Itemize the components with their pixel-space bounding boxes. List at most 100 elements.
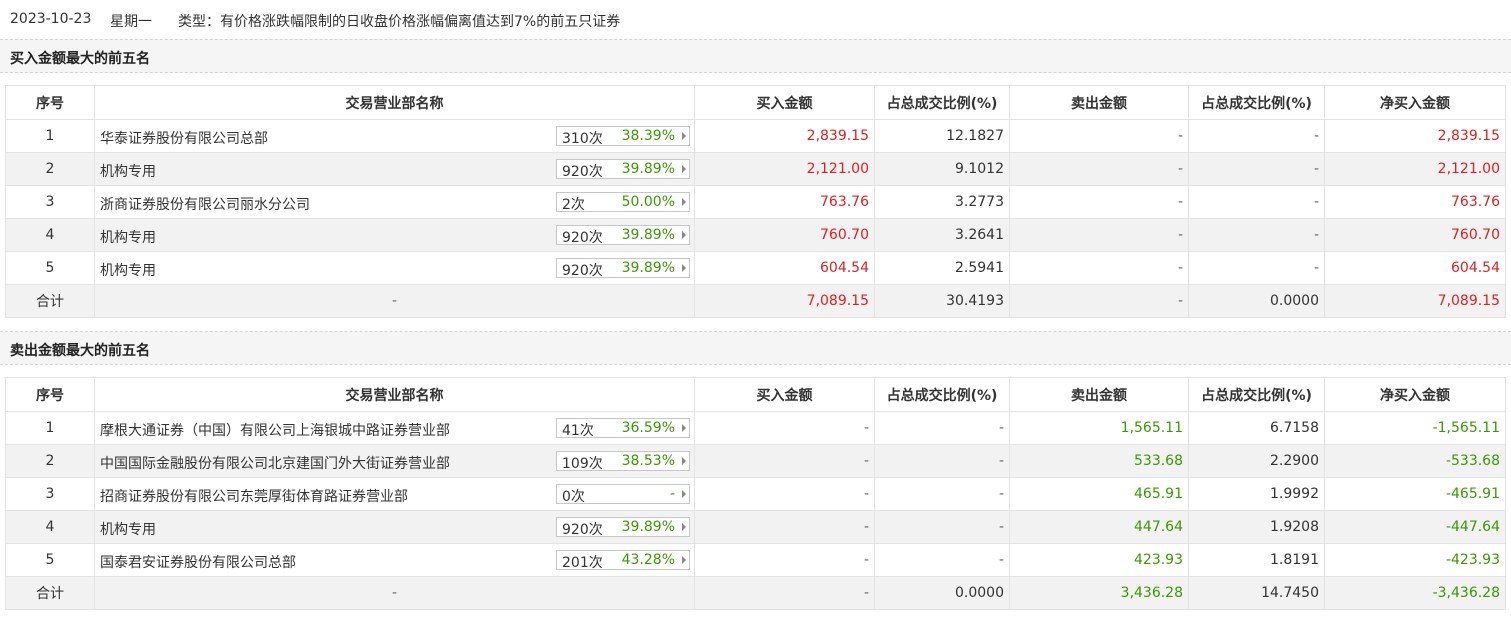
buy-amount: -: [694, 477, 875, 511]
sell-table-header: 序号 交易营业部名称 买入金额 占总成交比例(%) 卖出金额 占总成交比例(%)…: [5, 377, 1506, 412]
branch-name-link[interactable]: 机构专用: [100, 260, 156, 280]
row-index: 1: [5, 411, 95, 445]
row-index: 4: [5, 510, 95, 544]
branch-stats-badge[interactable]: 41次 36.59%: [556, 418, 690, 439]
total-buy-amount: -: [694, 576, 875, 610]
branch-stats-badge[interactable]: 920次 39.89%: [556, 258, 690, 279]
appearance-count: 41次: [562, 423, 594, 439]
chevron-right-icon: [682, 198, 686, 206]
sell-ratio: -: [1188, 251, 1325, 285]
table-row: 3 浙商证券股份有限公司丽水分公司 2次 50.00% 763.76 3.2773- -76…: [5, 185, 1506, 219]
branch-stats-badge[interactable]: 109次 38.53%: [556, 451, 690, 472]
win-rate: 38.39%: [621, 128, 675, 144]
branch-stats-badge[interactable]: 920次 39.89%: [556, 225, 690, 246]
sell-section-header: 卖出金额最大的前五名: [0, 331, 1511, 365]
sell-amount: -: [1009, 152, 1189, 186]
chevron-right-icon: [682, 264, 686, 272]
total-sell-ratio: 0.0000: [1188, 284, 1325, 318]
sell-ratio: -: [1188, 119, 1325, 153]
branch-name-link[interactable]: 招商证券股份有限公司东莞厚街体育路证券营业部: [100, 486, 408, 506]
appearance-count: 920次: [562, 263, 603, 279]
branch-name-link[interactable]: 机构专用: [100, 161, 156, 181]
sell-ratio: 1.9208: [1188, 510, 1325, 544]
branch-stats-badge[interactable]: 920次 39.89%: [556, 159, 690, 180]
chevron-right-icon: [682, 132, 686, 140]
row-index: 2: [5, 444, 95, 478]
branch-stats-badge[interactable]: 310次 38.39%: [556, 126, 690, 147]
branch-name-link[interactable]: 机构专用: [100, 519, 156, 539]
row-index: 1: [5, 119, 95, 153]
row-index: 5: [5, 543, 95, 577]
sell-ratio: -: [1188, 218, 1325, 252]
buy-table: 序号 交易营业部名称 买入金额 占总成交比例(%) 卖出金额 占总成交比例(%)…: [5, 85, 1506, 318]
total-sell-amount: 3,436.28: [1009, 576, 1189, 610]
row-index: 3: [5, 477, 95, 511]
buy-amount: 2,121.00: [694, 152, 875, 186]
table-row: 3 招商证券股份有限公司东莞厚街体育路证券营业部 0次 - - -465.91 1.9992…: [5, 477, 1506, 511]
weekday: 星期一: [110, 14, 152, 30]
branch-stats-badge[interactable]: 201次 43.28%: [556, 550, 690, 571]
table-row: 1 华泰证券股份有限公司总部 310次 38.39% 2,839.15 12.1827- -…: [5, 119, 1506, 153]
total-row: 合计 -7,089.15 30.4193-0.0000 7,089.15: [5, 284, 1506, 318]
col-sell-amount: 卖出金额: [1009, 85, 1189, 120]
total-buy-amount: 7,089.15: [694, 284, 875, 318]
buy-ratio: 3.2641: [874, 218, 1010, 252]
table-row: 4 机构专用 920次 39.89% 760.70 3.2641- -760.70: [5, 218, 1506, 252]
win-rate: 39.89%: [621, 161, 675, 177]
total-net-buy: 7,089.15: [1324, 284, 1506, 318]
net-buy-amount: -465.91: [1324, 477, 1506, 511]
sell-table: 序号 交易营业部名称 买入金额 占总成交比例(%) 卖出金额 占总成交比例(%)…: [5, 377, 1506, 610]
total-net-buy: -3,436.28: [1324, 576, 1506, 610]
total-branch: -: [94, 284, 695, 318]
win-rate: 39.89%: [621, 227, 675, 243]
branch-name-link[interactable]: 浙商证券股份有限公司丽水分公司: [100, 194, 310, 214]
col-buy-ratio: 占总成交比例(%): [874, 377, 1010, 412]
branch-cell: 国泰君安证券股份有限公司总部 201次 43.28%: [94, 543, 695, 577]
net-buy-amount: 604.54: [1324, 251, 1506, 285]
branch-stats-badge[interactable]: 0次 -: [556, 484, 690, 505]
buy-ratio: -: [874, 477, 1010, 511]
top-info-bar: 2023-10-23 星期一 类型：有价格涨跌幅限制的日收盘价格涨幅偏离值达到7…: [0, 0, 1511, 38]
chevron-right-icon: [682, 556, 686, 564]
buy-amount: -: [694, 444, 875, 478]
win-rate: -: [669, 486, 675, 502]
table-row: 4 机构专用 920次 39.89% - -447.64 1.9208 -447.64: [5, 510, 1506, 544]
total-sell-ratio: 14.7450: [1188, 576, 1325, 610]
branch-cell: 机构专用 920次 39.89%: [94, 152, 695, 186]
buy-ratio: -: [874, 444, 1010, 478]
appearance-count: 0次: [562, 489, 585, 505]
branch-name-link[interactable]: 机构专用: [100, 227, 156, 247]
buy-ratio: 12.1827: [874, 119, 1010, 153]
sell-ratio: 1.9992: [1188, 477, 1325, 511]
row-index: 3: [5, 185, 95, 219]
buy-ratio: 3.2773: [874, 185, 1010, 219]
sell-section-title: 卖出金额最大的前五名: [10, 343, 150, 359]
total-row: 合计 - -0.0000 3,436.28 14.7450 -3,436.28: [5, 576, 1506, 610]
total-buy-ratio: 30.4193: [874, 284, 1010, 318]
appearance-count: 201次: [562, 555, 603, 571]
table-row: 5 国泰君安证券股份有限公司总部 201次 43.28% - -423.93 1.8191-…: [5, 543, 1506, 577]
buy-ratio: -: [874, 543, 1010, 577]
branch-name-link[interactable]: 中国国际金融股份有限公司北京建国门外大街证券营业部: [100, 453, 450, 473]
total-sell-amount: -: [1009, 284, 1189, 318]
branch-name-link[interactable]: 华泰证券股份有限公司总部: [100, 128, 268, 148]
win-rate: 38.53%: [621, 453, 675, 469]
branch-cell: 中国国际金融股份有限公司北京建国门外大街证券营业部 109次 38.53%: [94, 444, 695, 478]
branch-stats-badge[interactable]: 2次 50.00%: [556, 192, 690, 213]
sell-amount: -: [1009, 119, 1189, 153]
col-net-buy: 净买入金额: [1324, 377, 1506, 412]
net-buy-amount: -447.64: [1324, 510, 1506, 544]
branch-cell: 机构专用 920次 39.89%: [94, 510, 695, 544]
branch-cell: 摩根大通证券（中国）有限公司上海银城中路证券营业部 41次 36.59%: [94, 411, 695, 445]
buy-amount: -: [694, 510, 875, 544]
chevron-right-icon: [682, 424, 686, 432]
branch-name-link[interactable]: 摩根大通证券（中国）有限公司上海银城中路证券营业部: [100, 420, 450, 440]
table-row: 1 摩根大通证券（中国）有限公司上海银城中路证券营业部 41次 36.59% - -1,5…: [5, 411, 1506, 445]
branch-stats-badge[interactable]: 920次 39.89%: [556, 517, 690, 538]
net-buy-amount: -423.93: [1324, 543, 1506, 577]
buy-table-header: 序号 交易营业部名称 买入金额 占总成交比例(%) 卖出金额 占总成交比例(%)…: [5, 85, 1506, 120]
col-sell-ratio: 占总成交比例(%): [1188, 377, 1325, 412]
branch-name-link[interactable]: 国泰君安证券股份有限公司总部: [100, 552, 296, 572]
col-buy-amount: 买入金额: [694, 377, 875, 412]
branch-cell: 浙商证券股份有限公司丽水分公司 2次 50.00%: [94, 185, 695, 219]
